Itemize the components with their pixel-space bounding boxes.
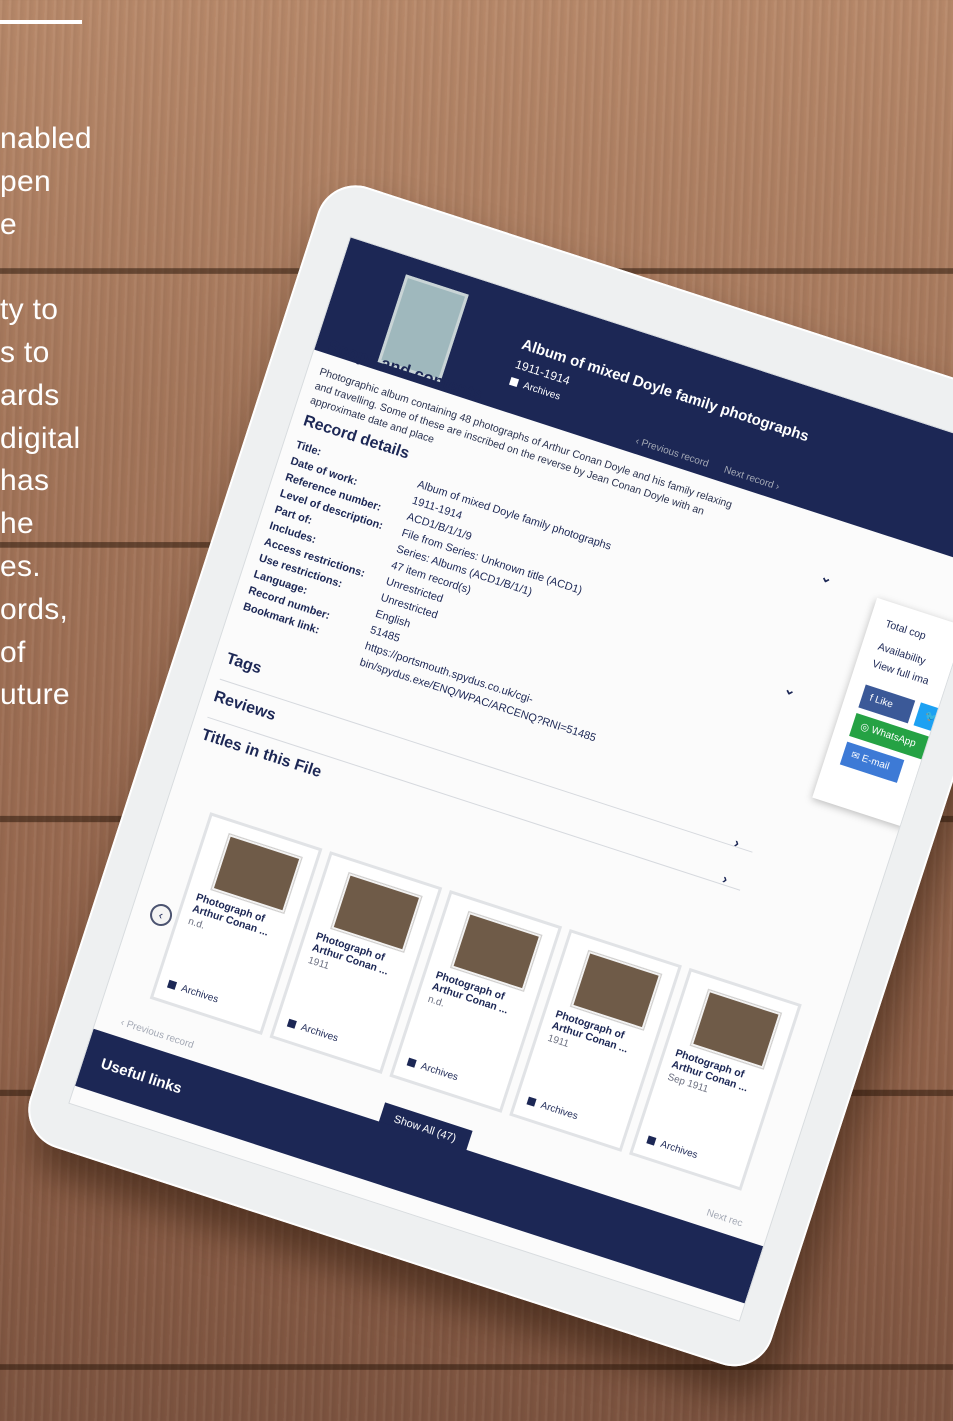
archive-icon	[406, 1057, 417, 1069]
useful-links-heading[interactable]: Useful links	[99, 1055, 184, 1097]
email-label: E-mail	[860, 753, 891, 773]
card-type: Archives	[646, 1135, 699, 1162]
whatsapp-label: WhatsApp	[869, 724, 918, 750]
card-type-label: Archives	[299, 1022, 340, 1045]
card-type-label: Archives	[539, 1099, 580, 1123]
carousel-prev-button[interactable]: ‹	[147, 901, 175, 929]
archive-icon	[166, 980, 177, 991]
tablet-device: Album of mixed Doyle family photographs …	[17, 175, 953, 1377]
text-line: nabled	[0, 122, 92, 155]
text-line: digital	[0, 421, 81, 455]
text-line: ty to	[0, 293, 59, 327]
text-line: es.	[0, 549, 41, 583]
chevron-down-icon[interactable]: ⌄	[819, 568, 835, 588]
text-line: ords,	[0, 592, 69, 626]
twitter-icon: 🐦	[923, 710, 939, 725]
magazine-text-column: nabled pen e ty to s to ards digital has…	[0, 0, 140, 760]
card-type: Archives	[166, 979, 220, 1006]
card-type: Archives	[286, 1018, 340, 1045]
text-line: ards	[0, 378, 60, 412]
like-label: Like	[873, 694, 895, 711]
tags-heading: Tags	[223, 650, 264, 678]
twitter-button[interactable]: 🐦	[913, 702, 950, 735]
card-type: Archives	[526, 1096, 580, 1123]
next-record-link[interactable]: Next rec	[705, 1207, 744, 1229]
card-type-label: Archives	[659, 1138, 699, 1162]
total-copies-label: Total cop	[883, 617, 928, 643]
tablet-screen: Album of mixed Doyle family photographs …	[68, 236, 953, 1322]
archive-icon	[286, 1019, 297, 1030]
card-type-label: Archives	[179, 983, 220, 1006]
text-line	[0, 246, 140, 289]
text-line: of	[0, 635, 26, 669]
archive-icon	[508, 377, 519, 388]
text-line: uture	[0, 678, 70, 712]
text-line: has	[0, 464, 50, 498]
card-type: Archives	[406, 1057, 460, 1084]
text-line: s to	[0, 335, 50, 369]
detail-key: Title:	[294, 438, 323, 459]
record-title: Album of mixed Doyle family photographs	[519, 336, 811, 446]
text-line: pen	[0, 164, 51, 198]
magazine-text-lines: nabled pen e ty to s to ards digital has…	[0, 118, 140, 717]
text-line: e	[0, 207, 17, 241]
policies-heading[interactable]: Policies	[320, 1285, 384, 1321]
text-line: he	[0, 507, 34, 541]
archive-icon	[646, 1135, 657, 1146]
share-panel: Total cop Availability View full ima f L…	[812, 597, 953, 844]
archive-icon	[526, 1096, 537, 1108]
card-type-label: Archives	[419, 1061, 460, 1084]
divider-rule	[0, 20, 82, 24]
